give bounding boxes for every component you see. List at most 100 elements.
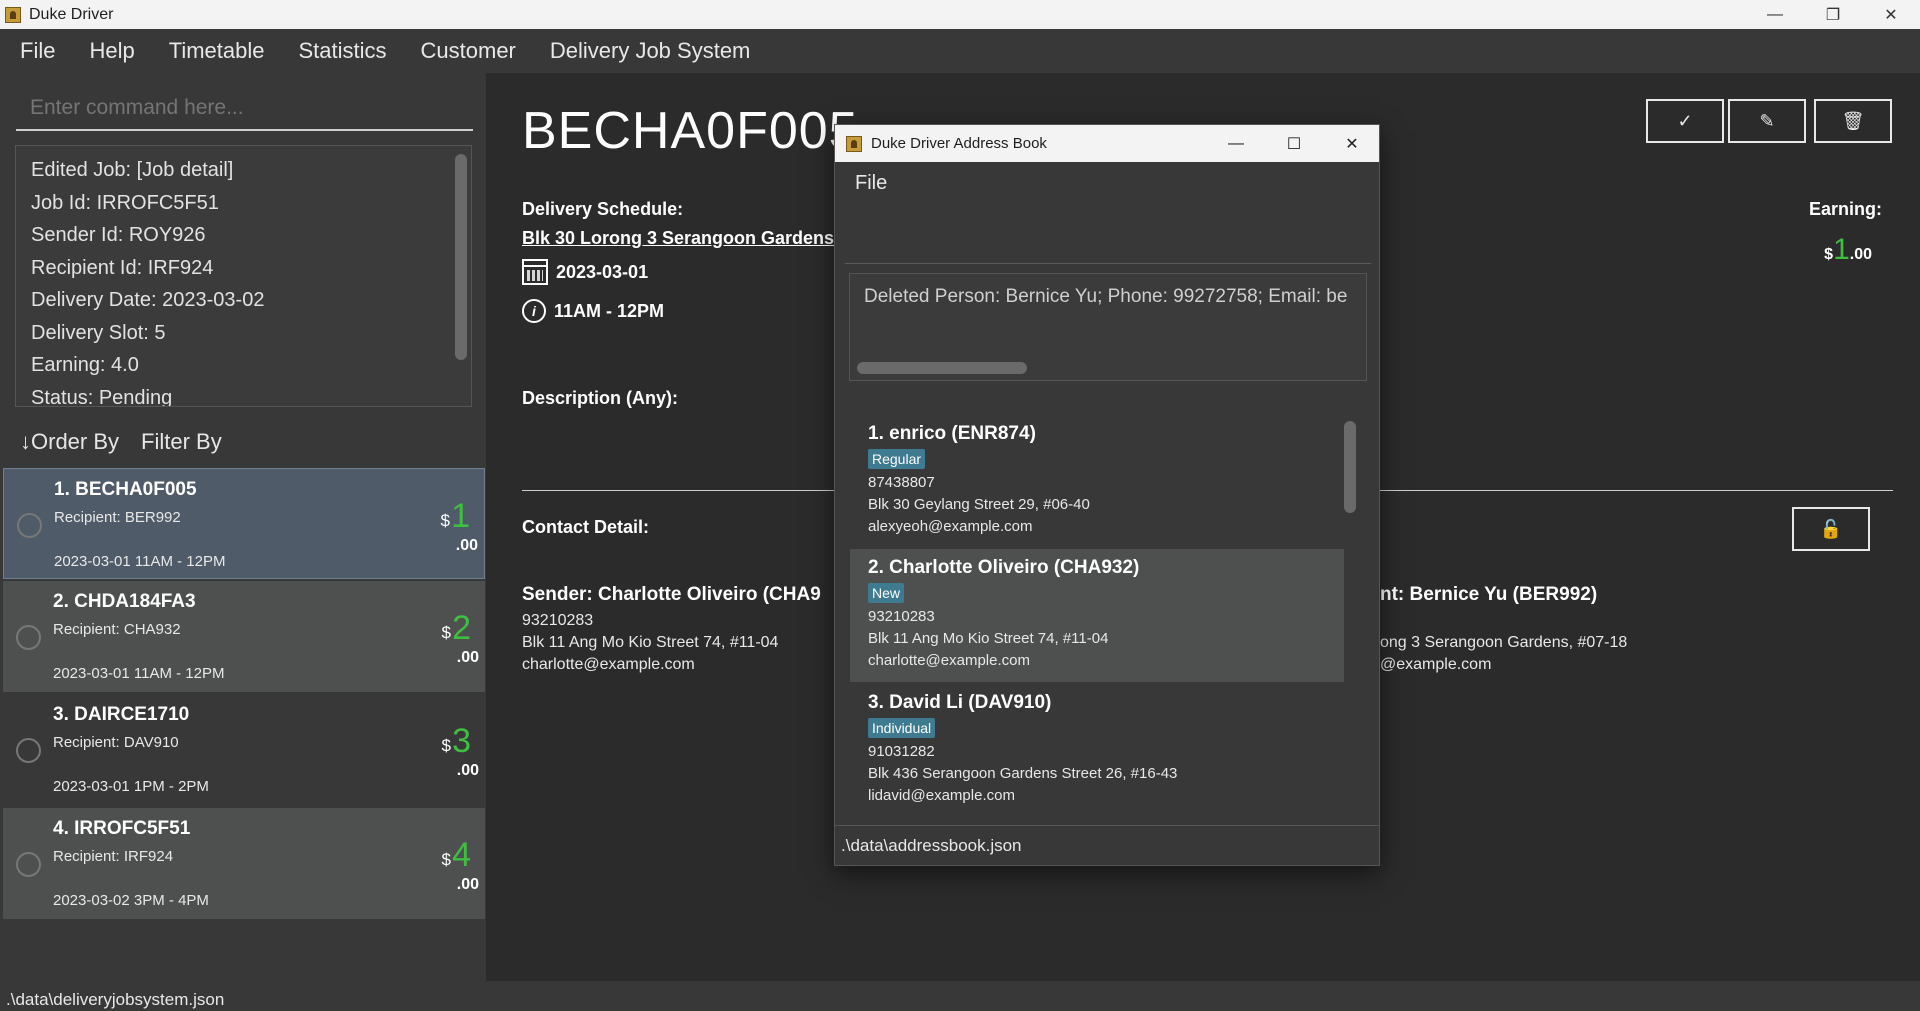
address-book-menu-file[interactable]: File: [835, 162, 1379, 206]
job-earning-cents: .00: [456, 762, 479, 779]
job-title: 3. DAIRCE1710: [53, 704, 190, 725]
menu-delivery-job-system[interactable]: Delivery Job System: [540, 38, 751, 64]
address-book-window[interactable]: Duke Driver Address Book — ☐ ✕ File Dele…: [834, 124, 1380, 866]
person-name: 2. Charlotte Oliveiro (CHA932): [868, 557, 1140, 578]
clock-icon: i: [522, 299, 546, 323]
person-card[interactable]: 1. enrico (ENR874) Regular 87438807 Blk …: [850, 415, 1344, 548]
edit-job-button[interactable]: ✎: [1728, 99, 1806, 143]
job-earning-cents: .00: [456, 876, 479, 893]
job-title: 4. IRROFC5F51: [53, 818, 191, 839]
recipient-email: @example.com: [1380, 656, 1492, 673]
delivery-schedule-label: Delivery Schedule:: [522, 199, 684, 219]
pencil-icon: ✎: [1759, 110, 1775, 131]
earning-cents: .00: [1849, 246, 1872, 263]
address-book-close-button[interactable]: ✕: [1323, 125, 1379, 162]
person-phone: 87438807: [868, 474, 935, 491]
person-phone: 93210283: [868, 608, 935, 625]
app-logo-icon: [846, 135, 862, 152]
job-radio[interactable]: [16, 738, 41, 763]
result-line: Job Id: IRROFC5F51: [31, 191, 219, 214]
delivery-slot-row: i 11AM - 12PM: [522, 299, 664, 323]
job-recipient: Recipient: IRF924: [53, 848, 174, 865]
filter-by-button[interactable]: Filter By: [141, 429, 222, 455]
job-radio[interactable]: [17, 513, 42, 538]
unlock-contact-button[interactable]: 🔓: [1792, 507, 1870, 551]
earning-dollar-sign: $: [1824, 246, 1834, 263]
job-time: 2023-03-02 3PM - 4PM: [53, 892, 209, 909]
duke-driver-app: Duke Driver — ❐ ✕ File Help Timetable St…: [0, 0, 1920, 1011]
complete-job-button[interactable]: ✓: [1646, 99, 1724, 143]
person-card[interactable]: 2. Charlotte Oliveiro (CHA932) New 93210…: [850, 549, 1344, 682]
address-book-result-display[interactable]: Deleted Person: Bernice Yu; Phone: 99272…: [849, 273, 1367, 381]
person-email: lidavid@example.com: [868, 787, 1015, 804]
person-name: 3. David Li (DAV910): [868, 692, 1052, 713]
close-button[interactable]: ✕: [1862, 0, 1920, 29]
check-icon: ✓: [1677, 110, 1693, 131]
address-book-window-controls: — ☐ ✕: [1207, 125, 1379, 162]
menu-customer[interactable]: Customer: [411, 38, 516, 64]
app-logo-icon: [5, 6, 21, 23]
delivery-address-link[interactable]: Blk 30 Lorong 3 Serangoon Gardens, #: [522, 228, 854, 249]
sender-phone: 93210283: [522, 612, 594, 629]
sender-address: Blk 11 Ang Mo Kio Street 74, #11-04: [522, 634, 779, 651]
result-line: Recipient Id: IRF924: [31, 256, 214, 279]
address-book-status-file-path: .\data\addressbook.json: [835, 825, 1379, 865]
person-card[interactable]: 3. David Li (DAV910) Individual 91031282…: [850, 684, 1344, 815]
list-controls: ↓Order By Filter By: [20, 429, 222, 455]
job-recipient: Recipient: CHA932: [53, 621, 181, 638]
person-address: Blk 30 Geylang Street 29, #06-40: [868, 496, 1090, 513]
address-book-result-text: Deleted Person: Bernice Yu; Phone: 99272…: [864, 286, 1348, 307]
result-scrollbar[interactable]: [455, 154, 467, 360]
command-input[interactable]: [16, 87, 473, 131]
trash-icon: 🗑: [1841, 110, 1865, 131]
minimize-button[interactable]: —: [1746, 0, 1804, 29]
menu-bar: File Help Timetable Statistics Customer …: [0, 29, 1920, 73]
job-title: 1. BECHA0F005: [54, 479, 197, 500]
job-card[interactable]: 3. DAIRCE1710 Recipient: DAV910 2023-03-…: [3, 694, 485, 805]
restore-button[interactable]: ❐: [1804, 0, 1862, 29]
job-recipient: Recipient: DAV910: [53, 734, 179, 751]
job-radio[interactable]: [16, 852, 41, 877]
result-line: Delivery Date: 2023-03-02: [31, 289, 265, 311]
status-bar-file-path: .\data\deliveryjobsystem.json: [0, 981, 1920, 1011]
job-radio[interactable]: [16, 625, 41, 650]
job-earning: 2: [452, 609, 471, 647]
address-book-command-input[interactable]: [845, 210, 1371, 264]
job-recipient: Recipient: BER992: [54, 509, 181, 526]
address-book-minimize-button[interactable]: —: [1207, 125, 1265, 162]
window-controls: — ❐ ✕: [1746, 0, 1920, 29]
job-earning: 1: [451, 497, 470, 535]
result-line: Edited Job: [Job detail]: [31, 159, 234, 181]
job-earning: 4: [452, 836, 471, 874]
delivery-slot: 11AM - 12PM: [554, 300, 665, 321]
result-line: Earning: 4.0: [31, 354, 139, 376]
person-name: 1. enrico (ENR874): [868, 423, 1036, 444]
address-book-titlebar[interactable]: Duke Driver Address Book — ☐ ✕: [835, 125, 1379, 162]
person-tag: Individual: [868, 718, 936, 738]
job-earning: 3: [452, 722, 471, 760]
description-label: Description (Any):: [522, 388, 679, 408]
person-email: charlotte@example.com: [868, 652, 1030, 669]
job-dollar-sign: $: [441, 623, 451, 642]
result-line: Sender Id: ROY926: [31, 224, 206, 246]
menu-file[interactable]: File: [10, 38, 55, 64]
menu-statistics[interactable]: Statistics: [288, 38, 386, 64]
address-book-result-scrollbar[interactable]: [857, 362, 1027, 374]
job-card[interactable]: 4. IRROFC5F51 Recipient: IRF924 2023-03-…: [3, 808, 485, 919]
window-title: Duke Driver: [29, 5, 114, 23]
order-by-button[interactable]: ↓Order By: [20, 429, 119, 455]
window-titlebar: Duke Driver — ❐ ✕: [0, 0, 1920, 29]
person-tag: New: [868, 583, 905, 603]
earning-label: Earning:: [1808, 199, 1882, 219]
person-list: 1. enrico (ENR874) Regular 87438807 Blk …: [850, 415, 1367, 815]
delete-job-button[interactable]: 🗑: [1814, 99, 1892, 143]
job-card[interactable]: 2. CHDA184FA3 Recipient: CHA932 2023-03-…: [3, 581, 485, 692]
earning-amount: 1: [1833, 233, 1850, 266]
address-book-maximize-button[interactable]: ☐: [1265, 125, 1323, 162]
menu-timetable[interactable]: Timetable: [159, 38, 265, 64]
result-display[interactable]: Edited Job: [Job detail] Job Id: IRROFC5…: [15, 145, 472, 407]
menu-help[interactable]: Help: [79, 38, 134, 64]
person-list-scrollbar[interactable]: [1344, 421, 1356, 513]
sender-heading: Sender: Charlotte Oliveiro (CHA9: [522, 584, 821, 605]
job-card[interactable]: 1. BECHA0F005 Recipient: BER992 2023-03-…: [3, 468, 485, 579]
